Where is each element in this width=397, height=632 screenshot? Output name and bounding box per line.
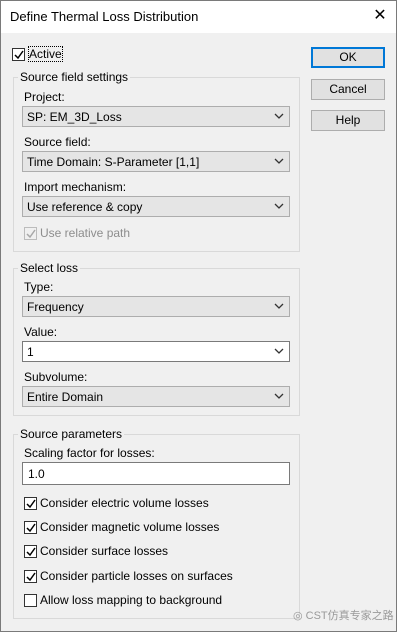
electric-volume-losses-checkbox[interactable] xyxy=(24,497,37,510)
source-field-dropdown[interactable]: Time Domain: S-Parameter [1,1] xyxy=(22,151,290,172)
type-dropdown[interactable]: Frequency xyxy=(22,296,290,317)
active-checkbox[interactable] xyxy=(12,48,25,61)
active-label: Active xyxy=(28,46,63,62)
chevron-down-icon xyxy=(274,113,284,119)
value-label: Value: xyxy=(24,325,58,339)
wechat-icon: ◎ xyxy=(293,610,306,622)
scaling-factor-value: 1.0 xyxy=(28,467,45,481)
scaling-factor-label: Scaling factor for losses: xyxy=(24,446,155,460)
magnetic-volume-losses-label: Consider magnetic volume losses xyxy=(40,520,220,534)
chevron-down-icon xyxy=(274,393,284,399)
electric-volume-losses-label: Consider electric volume losses xyxy=(40,496,209,510)
subvolume-label: Subvolume: xyxy=(24,370,88,384)
particle-losses-label: Consider particle losses on surfaces xyxy=(40,569,233,583)
relative-path-label: Use relative path xyxy=(40,226,131,240)
title-bar: Define Thermal Loss Distribution ✕ xyxy=(1,1,396,33)
import-mechanism-value: Use reference & copy xyxy=(27,200,143,214)
background-mapping-checkbox[interactable] xyxy=(24,594,37,607)
project-label: Project: xyxy=(24,90,65,104)
surface-losses-checkbox[interactable] xyxy=(24,545,37,558)
subvolume-dropdown[interactable]: Entire Domain xyxy=(22,386,290,407)
chevron-down-icon xyxy=(274,158,284,164)
surface-losses-label: Consider surface losses xyxy=(40,544,169,558)
import-mechanism-dropdown[interactable]: Use reference & copy xyxy=(22,196,290,217)
subvolume-value: Entire Domain xyxy=(27,390,104,404)
type-label: Type: xyxy=(24,280,54,294)
value-combobox[interactable]: 1 xyxy=(22,341,290,362)
select-loss-title: Select loss xyxy=(18,261,81,275)
particle-losses-checkbox[interactable] xyxy=(24,570,37,583)
close-icon[interactable]: ✕ xyxy=(371,7,389,25)
chevron-down-icon xyxy=(274,303,284,309)
watermark-text: CST仿真专家之路 xyxy=(305,610,394,622)
value-value: 1 xyxy=(27,345,34,359)
chevron-down-icon xyxy=(274,203,284,209)
watermark: ◎ CST仿真专家之路 xyxy=(293,607,394,623)
chevron-down-icon xyxy=(274,348,284,354)
ok-button[interactable]: OK xyxy=(311,47,385,68)
cancel-button[interactable]: Cancel xyxy=(311,79,385,100)
scaling-factor-input[interactable]: 1.0 xyxy=(22,462,290,485)
dialog-window: Define Thermal Loss Distribution ✕ Activ… xyxy=(0,0,397,632)
source-field-settings-title: Source field settings xyxy=(18,70,131,84)
source-field-value: Time Domain: S-Parameter [1,1] xyxy=(27,155,200,169)
project-dropdown[interactable]: SP: EM_3D_Loss xyxy=(22,106,290,127)
type-value: Frequency xyxy=(27,300,84,314)
source-parameters-title: Source parameters xyxy=(18,427,125,441)
import-mechanism-label: Import mechanism: xyxy=(24,180,127,194)
magnetic-volume-losses-checkbox[interactable] xyxy=(24,521,37,534)
window-title: Define Thermal Loss Distribution xyxy=(10,9,199,24)
project-value: SP: EM_3D_Loss xyxy=(27,110,122,124)
relative-path-checkbox[interactable] xyxy=(24,227,37,240)
source-field-label: Source field: xyxy=(24,135,91,149)
background-mapping-label: Allow loss mapping to background xyxy=(40,593,223,607)
help-button[interactable]: Help xyxy=(311,110,385,131)
